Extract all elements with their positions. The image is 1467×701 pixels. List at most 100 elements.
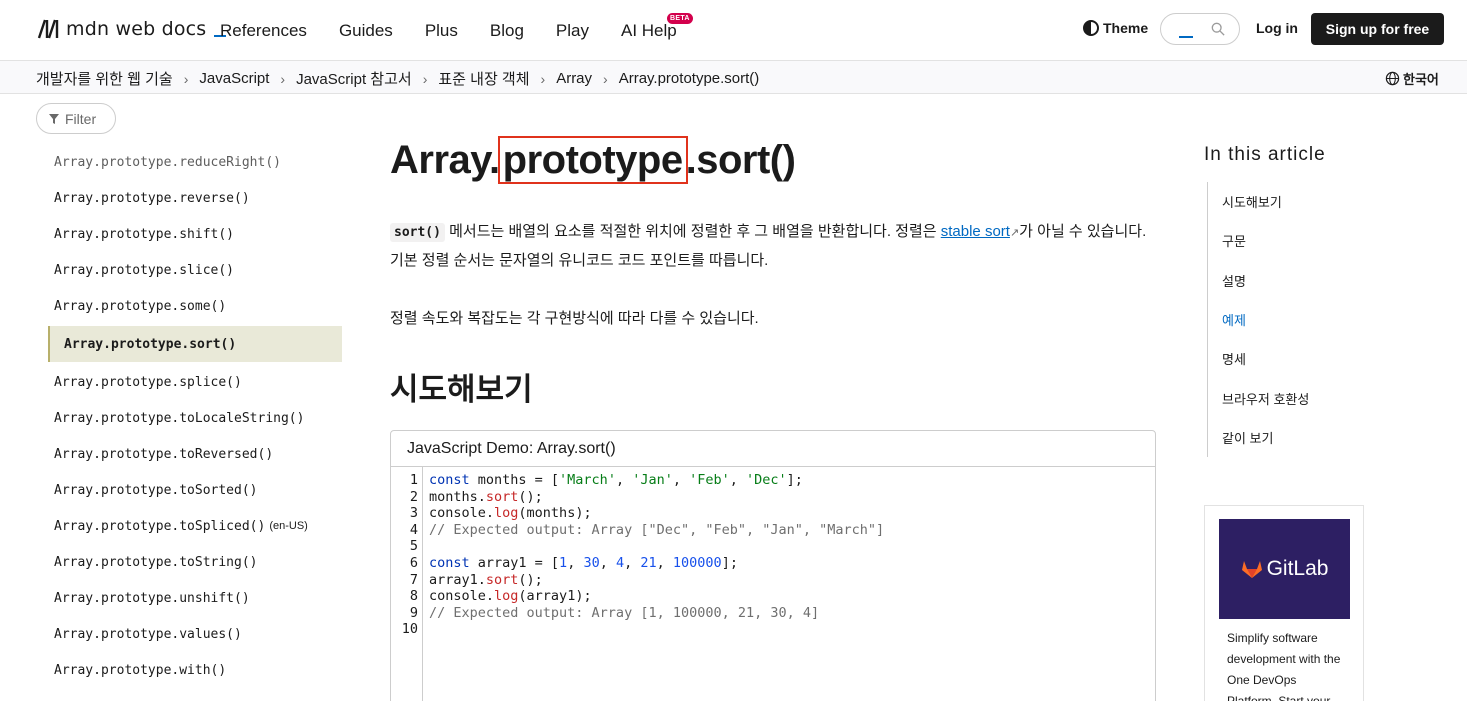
toc-item[interactable]: 브라우저 호환성 [1208, 378, 1327, 417]
nav-guides[interactable]: Guides [339, 21, 393, 41]
code-lines: const months = ['March', 'Jan', 'Feb', '… [429, 472, 884, 638]
language-label: 한국어 [1403, 72, 1439, 87]
demo-title: JavaScript Demo: Array.sort() [391, 431, 1155, 467]
sidebar-item[interactable]: Array.prototype.splice() [48, 364, 342, 400]
section-heading: 시도해보기 [390, 372, 533, 407]
nav-references[interactable]: References [220, 21, 307, 41]
code-line: const months = ['March', 'Jan', 'Feb', '… [429, 472, 803, 488]
line-number: 7 [409, 571, 418, 588]
filter-label: Filter [65, 110, 97, 127]
line-number: 9 [409, 604, 418, 621]
line-number: 5 [409, 538, 418, 555]
chevron-right-icon: › [422, 70, 428, 87]
search-icon [1211, 22, 1225, 36]
line-number: 10 [401, 621, 418, 638]
globe-icon [1385, 71, 1400, 86]
title-prefix: Array. [390, 138, 500, 182]
page-title: Array.prototype.sort() [390, 136, 796, 184]
external-link-icon: ↗ [1009, 227, 1020, 239]
code-line: const array1 = [1, 30, 4, 21, 100000]; [429, 554, 738, 571]
complexity-paragraph: 정렬 속도와 복잡도는 각 구현방식에 따라 다를 수 있습니다. [390, 310, 759, 327]
sidebar-nav: Array.prototype.reduceRight() Array.prot… [48, 144, 342, 688]
breadcrumb-item[interactable]: JavaScript 참고서 [296, 68, 412, 89]
breadcrumb-bar: 개발자를 위한 웹 기술 › JavaScript › JavaScript 참… [0, 61, 1467, 94]
sidebar-item-active[interactable]: Array.prototype.sort() [48, 326, 342, 362]
code-line: // Expected output: Array ["Dec", "Feb",… [429, 521, 885, 538]
breadcrumb-current[interactable]: Array.prototype.sort() [619, 70, 760, 87]
code-line: console.log(array1); [429, 588, 592, 605]
login-link[interactable]: Log in [1256, 20, 1298, 36]
sidebar-item[interactable]: Array.prototype.with() [48, 652, 342, 688]
ad-brand: GitLab [1266, 557, 1329, 580]
mdn-logo-icon [37, 19, 59, 39]
main-nav: References Guides Plus Blog Play AI Help… [220, 0, 693, 61]
code-line: array1.sort(); [429, 571, 543, 588]
signup-button[interactable]: Sign up for free [1311, 13, 1444, 45]
sidebar-item[interactable]: Array.prototype.toString() [48, 544, 342, 580]
breadcrumb-item[interactable]: 개발자를 위한 웹 기술 [36, 68, 173, 89]
toc-item[interactable]: 같이 보기 [1208, 418, 1327, 457]
theme-toggle[interactable]: Theme [1083, 20, 1148, 36]
search-cursor [1179, 36, 1193, 38]
filter-icon [49, 113, 59, 124]
line-number: 1 [409, 472, 418, 488]
sidebar-item[interactable]: Array.prototype.toSorted() [48, 472, 342, 508]
code-line: // Expected output: Array [1, 100000, 21… [429, 604, 820, 621]
sidebar-item[interactable]: Array.prototype.values() [48, 616, 342, 652]
sidebar-item[interactable]: Array.prototype.shift() [48, 216, 342, 252]
toc-title: In this article [1204, 144, 1326, 165]
inline-code: sort() [390, 223, 445, 242]
sidebar-item[interactable]: Array.prototype.toLocaleString() [48, 400, 342, 436]
interactive-demo: JavaScript Demo: Array.sort() 1 2 3 4 5 … [390, 430, 1156, 701]
search-input[interactable] [1160, 13, 1240, 45]
line-number: 6 [409, 554, 418, 571]
chevron-right-icon: › [540, 70, 546, 87]
line-number-gutter: 1 2 3 4 5 6 7 8 9 10 [391, 467, 423, 701]
code-line: months.sort(); [429, 488, 543, 505]
intro-text: 메서드는 배열의 요소를 적절한 위치에 정렬한 후 그 배열을 반환합니다. … [444, 223, 941, 240]
line-number: 8 [409, 588, 418, 605]
code-line: console.log(months); [429, 505, 592, 522]
sidebar-item[interactable]: Array.prototype.toReversed() [48, 436, 342, 472]
line-number: 2 [409, 488, 418, 505]
sidebar-item[interactable]: Array.prototype.slice() [48, 252, 342, 288]
logo-text: mdn web docs [66, 18, 207, 40]
intro-paragraph: sort() 메서드는 배열의 요소를 적절한 위치에 정렬한 후 그 배열을 … [390, 218, 1156, 275]
locale-tag: (en-US) [269, 520, 308, 532]
code-editor[interactable]: 1 2 3 4 5 6 7 8 9 10 const months = ['Ma… [391, 467, 1155, 701]
ad-banner[interactable]: GitLab [1219, 519, 1350, 619]
beta-badge: BETA [667, 12, 693, 24]
gitlab-fox-icon [1241, 561, 1262, 578]
sidebar-item[interactable]: Array.prototype.reverse() [48, 180, 342, 216]
table-of-contents: 시도해보기 구문 설명 예제 명세 브라우저 호환성 같이 보기 [1207, 182, 1327, 458]
breadcrumb: 개발자를 위한 웹 기술 › JavaScript › JavaScript 참… [36, 68, 759, 89]
toc-item[interactable]: 시도해보기 [1208, 182, 1327, 221]
chevron-right-icon: › [280, 70, 286, 87]
breadcrumb-item[interactable]: 표준 내장 객체 [438, 68, 529, 89]
mdn-logo[interactable]: mdn web docs [36, 17, 227, 41]
title-suffix: .sort() [685, 138, 796, 182]
sidebar-item[interactable]: Array.prototype.toSpliced() (en-US) [48, 508, 342, 544]
nav-plus[interactable]: Plus [425, 21, 458, 41]
language-switcher[interactable]: 한국어 [1385, 69, 1439, 88]
theme-label: Theme [1103, 20, 1149, 36]
sidebar-filter-input[interactable]: Filter [36, 103, 116, 134]
nav-play[interactable]: Play [556, 21, 589, 41]
chevron-right-icon: › [603, 70, 608, 87]
toc-item-current[interactable]: 예제 [1208, 300, 1327, 339]
theme-icon [1083, 20, 1099, 36]
sidebar-item[interactable]: Array.prototype.unshift() [48, 580, 342, 616]
breadcrumb-item[interactable]: Array [556, 70, 592, 87]
toc-item[interactable]: 설명 [1208, 261, 1327, 300]
breadcrumb-item[interactable]: JavaScript [199, 70, 269, 87]
toc-item[interactable]: 구문 [1208, 221, 1327, 260]
sidebar-item[interactable]: Array.prototype.some() [48, 288, 342, 324]
nav-blog[interactable]: Blog [490, 21, 524, 41]
sidebar-ad[interactable]: GitLab Simplify software development wit… [1204, 505, 1364, 701]
toc-item[interactable]: 명세 [1208, 339, 1327, 378]
sidebar-item[interactable]: Array.prototype.reduceRight() [48, 144, 342, 180]
stable-sort-link[interactable]: stable sort [941, 223, 1010, 240]
nav-ai-help[interactable]: AI Help BETA [621, 12, 693, 41]
ad-text: Simplify software development with the O… [1227, 631, 1341, 701]
nav-ai-help-label: AI Help [621, 20, 677, 40]
